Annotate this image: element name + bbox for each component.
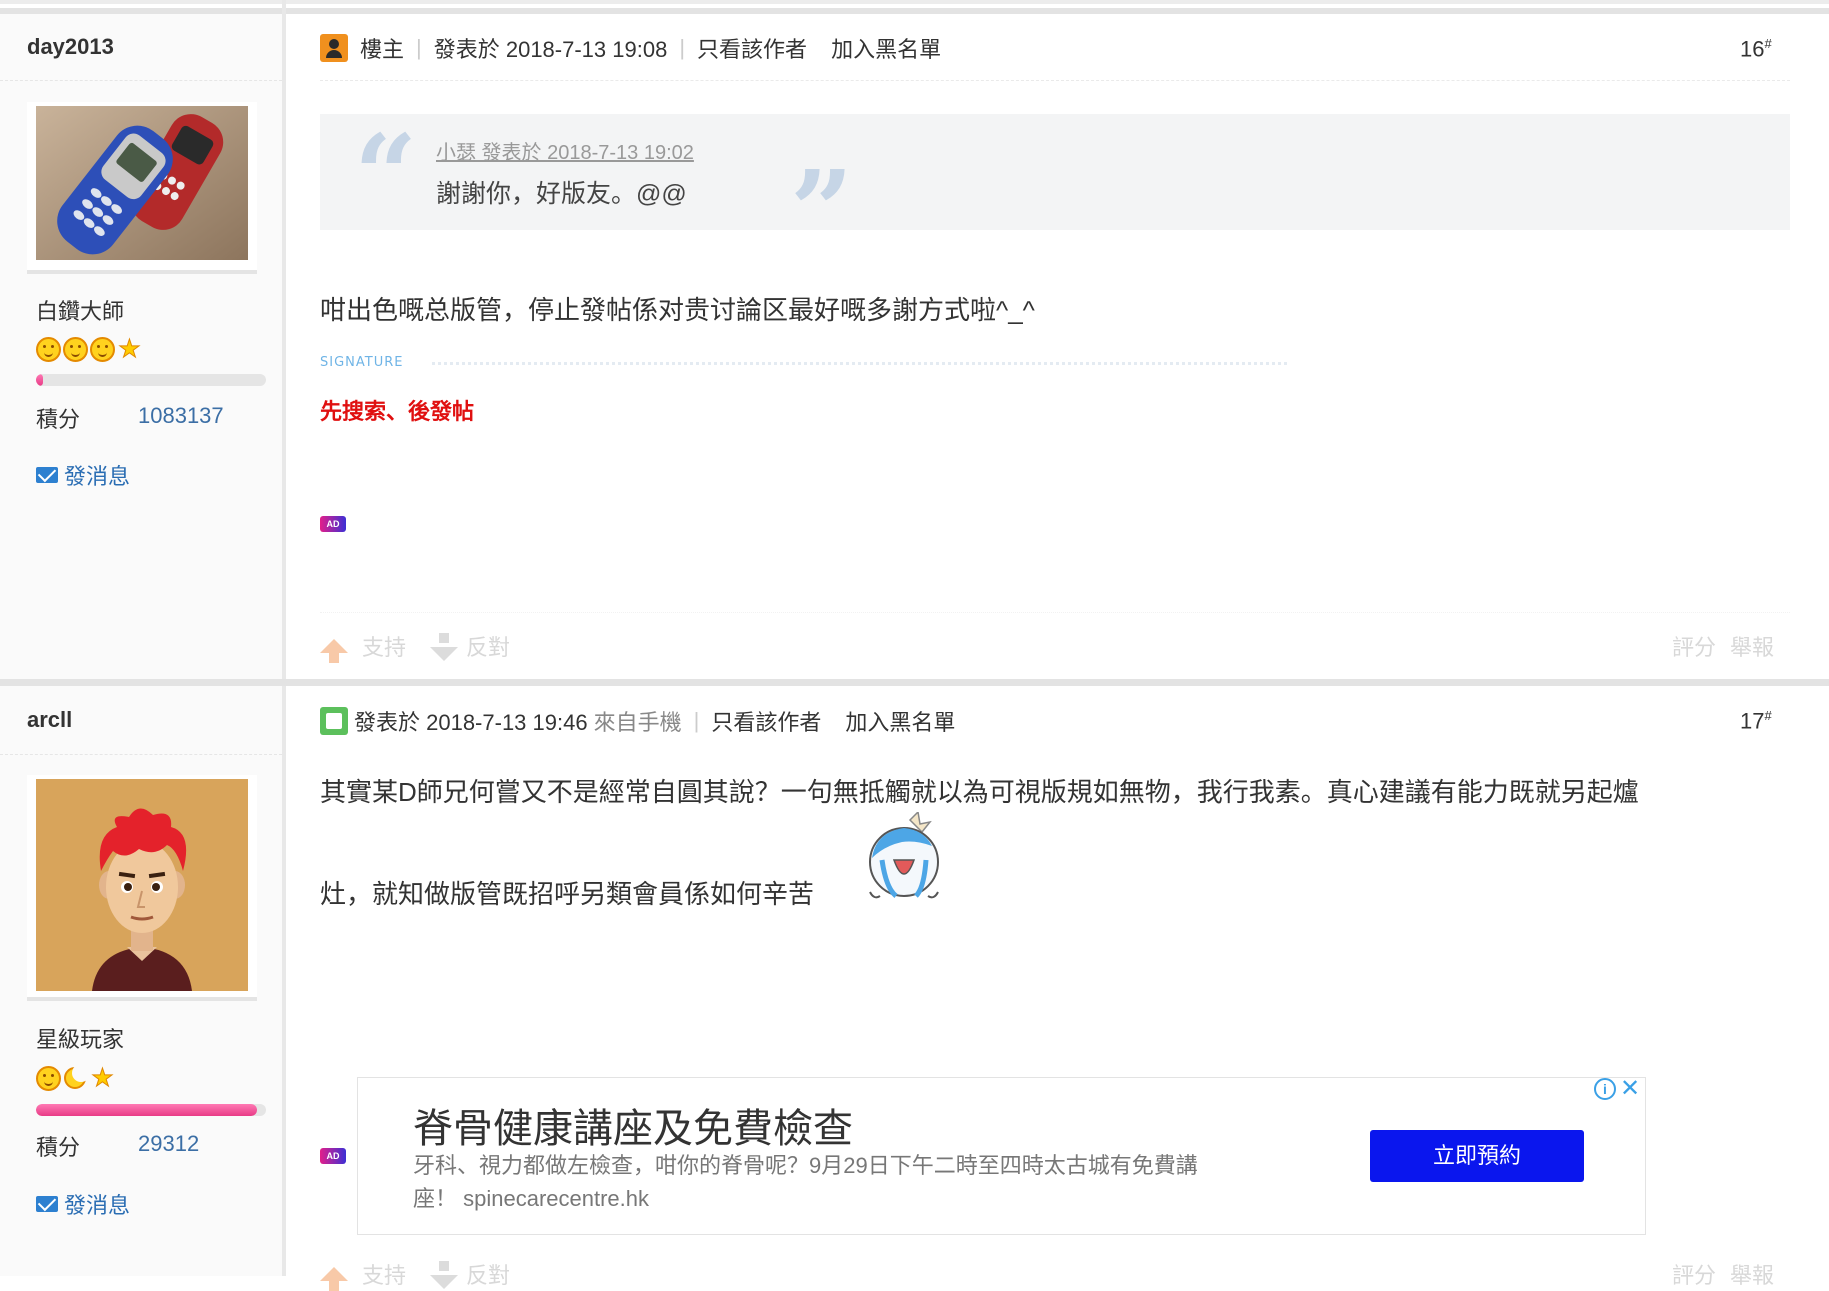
points-label: 積分 (36, 1135, 81, 1160)
rank-stars: ★ (36, 335, 142, 363)
book-now-button[interactable]: 立即預約 (1370, 1130, 1584, 1182)
meta-separator: | (416, 35, 422, 60)
ad-title[interactable]: 脊骨健康講座及免費檢查 (413, 1096, 853, 1154)
quote-source[interactable]: 小瑟 發表於 2018-7-13 19:02 (436, 136, 694, 165)
points-label: 積分 (36, 407, 81, 432)
ad-description-line: 牙科、視力都做左檢查，咁你的脊骨呢？9月29日下午二時至四時太古城有免費講 (413, 1153, 1198, 1178)
send-message-link[interactable]: 發消息 (36, 1188, 130, 1220)
floor-number[interactable]: 17# (1740, 708, 1772, 734)
signature-divider (432, 362, 1287, 365)
support-button[interactable]: 支持 (362, 1258, 406, 1290)
post-content: 咁出色嘅总版管，停止發帖係对贵讨論区最好嘅多謝方式啦^_^ (320, 295, 1035, 325)
oppose-button[interactable]: 反對 (466, 630, 510, 662)
rank-stars: ★ (36, 1064, 115, 1092)
post-content-line: 其實某D師兄何嘗又不是經常自圓其說？一句無抵觸就以為可視版規如無物，我行我素。真… (320, 777, 1639, 807)
ad-badge: AD (320, 1148, 346, 1164)
floor-sup: # (1764, 36, 1772, 51)
red-hair-avatar (36, 779, 248, 991)
user-rank: 白鑽大師 (36, 299, 125, 324)
ad-banner[interactable]: 脊骨健康講座及免費檢查 牙科、視力都做左檢查，咁你的脊骨呢？9月29日下午二時至… (357, 1077, 1646, 1235)
signature-text[interactable]: 先搜索、後發帖 (320, 394, 474, 426)
sun-icon (36, 337, 61, 362)
floor-number[interactable]: 16# (1740, 36, 1772, 62)
support-arrow-icon (320, 639, 348, 663)
oppose-arrow-icon (430, 1261, 459, 1289)
floor-value: 16 (1740, 36, 1765, 62)
ad-badge: AD (320, 516, 346, 532)
column-divider (282, 686, 286, 1276)
ad-close-icon[interactable]: ✕ (1620, 1077, 1640, 1101)
moon-icon (63, 1064, 90, 1091)
quote-block: “ 小瑟 發表於 2018-7-13 19:02 謝謝你，好版友。@@ ” (320, 110, 1790, 266)
author-username[interactable]: day2013 (27, 34, 114, 60)
from-mobile-label: 來自手機 (593, 710, 682, 735)
sun-icon (90, 337, 115, 362)
oppose-arrow-icon (430, 633, 459, 661)
avatar[interactable] (27, 775, 257, 1001)
quote-text: 謝謝你，好版友。@@ (436, 180, 687, 208)
post-tools: 評分 舉報 (1672, 630, 1774, 662)
post-tools: 評分 舉報 (1672, 1258, 1774, 1290)
vote-actions: 支持 反對 (320, 630, 510, 663)
points-value[interactable]: 1083137 (138, 403, 224, 429)
level-progress-fill (36, 1104, 257, 1116)
blacklist-link[interactable]: 加入黑名單 (845, 705, 955, 737)
points-value[interactable]: 29312 (138, 1131, 199, 1157)
meta-separator: | (693, 708, 700, 733)
level-progress-bar (36, 374, 266, 386)
author-username[interactable]: arcll (27, 707, 72, 733)
level-progress-fill (36, 374, 43, 386)
nokia-phone-avatar (36, 106, 248, 260)
avatar[interactable] (27, 102, 257, 274)
rate-button[interactable]: 評分 (1672, 630, 1716, 662)
blacklist-link[interactable]: 加入黑名單 (831, 32, 941, 64)
rate-button[interactable]: 評分 (1672, 1258, 1716, 1290)
ad-info-icon[interactable]: i (1594, 1078, 1616, 1100)
star-icon: ★ (91, 1064, 114, 1092)
owner-label: 樓主 (360, 37, 405, 62)
mobile-post-icon (320, 707, 348, 735)
only-author-link[interactable]: 只看該作者 (711, 705, 821, 737)
signature-label: SIGNATURE (320, 355, 404, 370)
post-time: 發表於 2018-7-13 19:08 (433, 37, 668, 62)
top-divider (0, 0, 1829, 4)
post-meta: 發表於 2018-7-13 19:46 來自手機 | 只看該作者 加入黑名單 (320, 705, 955, 737)
envelope-icon (36, 1196, 58, 1212)
floor-value: 17 (1740, 708, 1765, 734)
ad-description-line: 座！ spinecarecentre.hk (413, 1186, 649, 1211)
column-divider (282, 0, 286, 679)
only-author-link[interactable]: 只看該作者 (697, 32, 807, 64)
vote-actions: 支持 反對 (320, 1258, 510, 1291)
floor-sup: # (1764, 708, 1772, 723)
post-meta: 樓主 | 發表於 2018-7-13 19:08 | 只看該作者 加入黑名單 (320, 32, 941, 64)
post-divider (0, 679, 1829, 686)
support-arrow-icon (320, 1267, 348, 1291)
meta-separator: | (679, 35, 686, 60)
support-button[interactable]: 支持 (362, 630, 406, 662)
star-icon: ★ (118, 335, 141, 363)
report-button[interactable]: 舉報 (1730, 1258, 1774, 1290)
sun-icon (36, 1066, 61, 1091)
oppose-button[interactable]: 反對 (466, 1258, 510, 1290)
sun-icon (63, 337, 88, 362)
crying-emoticon (869, 812, 939, 899)
thread-owner-icon (320, 34, 348, 62)
actions-divider (320, 612, 1790, 613)
post-content-line: 灶，就知做版管既招呼另類會員係如何辛苦 (320, 879, 815, 909)
author-divider (0, 80, 282, 81)
send-message-label: 發消息 (64, 464, 131, 489)
send-message-label: 發消息 (64, 1193, 131, 1218)
level-progress-bar (36, 1104, 266, 1116)
envelope-icon (36, 467, 58, 483)
post-time: 發表於 2018-7-13 19:46 (354, 710, 588, 735)
send-message-link[interactable]: 發消息 (36, 459, 130, 491)
report-button[interactable]: 舉報 (1730, 630, 1774, 662)
close-quote-icon: ” (790, 146, 854, 275)
open-quote-icon: “ (354, 110, 418, 239)
author-divider (0, 754, 282, 755)
meta-divider (320, 80, 1790, 81)
user-rank: 星級玩家 (36, 1027, 125, 1052)
